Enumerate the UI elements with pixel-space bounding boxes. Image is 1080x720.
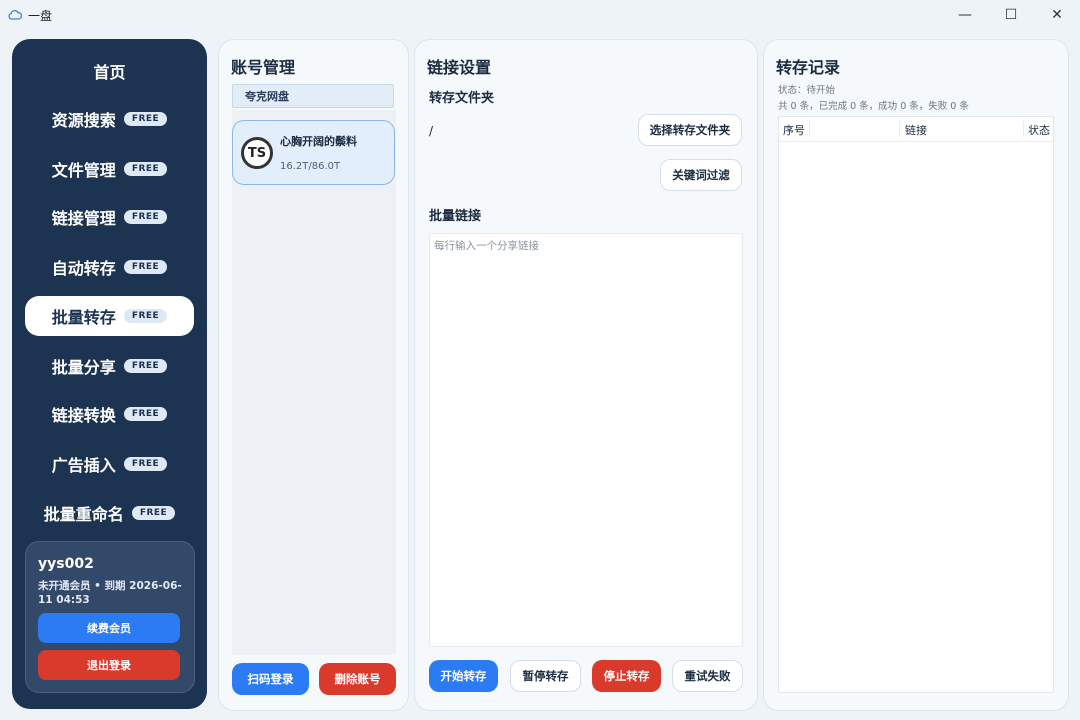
user-card: yys002 未开通会员 • 到期 2026-06-11 04:53 续费会员 … [25, 541, 195, 693]
title-bar: 一盘 — ☐ ✕ [0, 0, 1080, 30]
folder-label: 转存文件夹 [429, 91, 495, 106]
link-settings-panel: 链接设置 转存文件夹 / 选择转存文件夹 关键词过滤 批量链接 开始转存 暂停转… [414, 39, 758, 711]
sidebar-item-batch-save[interactable]: 批量转存 FREE [25, 296, 194, 336]
delete-account-button[interactable]: 删除账号 [319, 663, 396, 695]
batch-links-area [429, 233, 743, 647]
sidebar-item-file-management[interactable]: 文件管理 FREE [25, 149, 194, 189]
close-button[interactable]: ✕ [1034, 0, 1080, 30]
logout-button[interactable]: 退出登录 [38, 650, 180, 680]
sidebar-item-home[interactable]: 首页 [25, 51, 194, 91]
column-divider [809, 121, 810, 137]
user-name: yys002 [38, 556, 94, 572]
sidebar-item-label: 首页 [93, 63, 126, 82]
account-avatar: TS [241, 137, 273, 169]
maximize-icon: ☐ [1004, 7, 1018, 23]
free-badge: FREE [131, 506, 176, 520]
sidebar-item-label: 自动转存 [51, 259, 116, 278]
account-card[interactable]: TS 心胸开阔的鬃料 16.2T/86.0T [232, 120, 395, 185]
free-badge: FREE [123, 260, 168, 274]
sidebar-item-link-convert[interactable]: 链接转换 FREE [25, 394, 194, 434]
maximize-button[interactable]: ☐ [988, 0, 1034, 30]
scan-login-button[interactable]: 扫码登录 [232, 663, 309, 695]
retry-failed-button[interactable]: 重试失败 [672, 660, 743, 692]
pause-save-button[interactable]: 暂停转存 [510, 660, 581, 692]
account-list: TS 心胸开阔的鬃料 16.2T/86.0T [232, 110, 396, 655]
stop-save-button[interactable]: 停止转存 [592, 660, 661, 692]
free-badge: FREE [123, 309, 168, 323]
window-controls: — ☐ ✕ [942, 0, 1080, 30]
renew-membership-button[interactable]: 续费会员 [38, 613, 180, 643]
panel-title: 链接设置 [427, 58, 492, 77]
sidebar: 首页 资源搜索 FREE 文件管理 FREE 链接管理 FREE 自动转存 FR… [12, 39, 207, 709]
account-panel: 账号管理 夸克网盘 TS 心胸开阔的鬃料 16.2T/86.0T 扫码登录 删除… [218, 39, 409, 711]
sidebar-item-auto-save[interactable]: 自动转存 FREE [25, 247, 194, 287]
column-divider [1023, 121, 1024, 137]
start-save-button[interactable]: 开始转存 [429, 660, 498, 692]
account-name: 心胸开阔的鬃料 [280, 135, 357, 148]
column-header-link[interactable]: 链接 [905, 122, 927, 138]
sidebar-item-label: 资源搜索 [51, 111, 116, 130]
sidebar-item-label: 链接管理 [51, 209, 116, 228]
keyword-filter-button[interactable]: 关键词过滤 [660, 159, 742, 191]
sidebar-item-batch-rename[interactable]: 批量重命名 FREE [25, 493, 194, 533]
app-window: 一盘 — ☐ ✕ 首页 资源搜索 FREE 文件管理 FREE 链接管理 FRE… [0, 0, 1080, 720]
sidebar-item-label: 批量分享 [51, 358, 116, 377]
window-title: 一盘 [28, 8, 53, 23]
records-summary: 共 0 条，已完成 0 条，成功 0 条，失败 0 条 [778, 101, 969, 112]
close-icon: ✕ [1051, 7, 1063, 23]
free-badge: FREE [123, 359, 168, 373]
sidebar-item-label: 广告插入 [51, 456, 116, 475]
cloud-icon [8, 8, 22, 22]
panel-title: 转存记录 [776, 58, 841, 77]
records-panel: 转存记录 状态：待开始 共 0 条，已完成 0 条，成功 0 条，失败 0 条 … [763, 39, 1069, 711]
sidebar-item-link-management[interactable]: 链接管理 FREE [25, 197, 194, 237]
column-divider [899, 121, 900, 137]
records-table: 序号 链接 状态 [778, 116, 1054, 693]
provider-tab-quark[interactable]: 夸克网盘 [232, 84, 394, 108]
sidebar-item-ad-insert[interactable]: 广告插入 FREE [25, 444, 194, 484]
membership-status: 未开通会员 • 到期 2026-06-11 04:53 [38, 580, 182, 606]
records-status: 状态：待开始 [778, 85, 836, 96]
free-badge: FREE [123, 162, 168, 176]
sidebar-item-label: 批量重命名 [43, 505, 124, 524]
sidebar-item-resource-search[interactable]: 资源搜索 FREE [25, 99, 194, 139]
free-badge: FREE [123, 210, 168, 224]
account-storage: 16.2T/86.0T [280, 161, 341, 172]
panel-title: 账号管理 [231, 58, 296, 77]
table-header: 序号 链接 状态 [779, 117, 1053, 142]
minimize-icon: — [958, 7, 972, 23]
free-badge: FREE [123, 407, 168, 421]
choose-folder-button[interactable]: 选择转存文件夹 [638, 114, 742, 146]
folder-path: / [429, 124, 434, 138]
sidebar-item-label: 批量转存 [51, 308, 116, 327]
column-header-status[interactable]: 状态 [1028, 122, 1050, 138]
free-badge: FREE [123, 457, 168, 471]
free-badge: FREE [123, 112, 168, 126]
sidebar-item-label: 文件管理 [51, 161, 116, 180]
sidebar-item-batch-share[interactable]: 批量分享 FREE [25, 346, 194, 386]
sidebar-item-label: 链接转换 [51, 406, 116, 425]
column-header-index[interactable]: 序号 [783, 122, 805, 138]
minimize-button[interactable]: — [942, 0, 988, 30]
batch-links-input[interactable] [430, 234, 742, 646]
batch-links-label: 批量链接 [429, 209, 482, 224]
